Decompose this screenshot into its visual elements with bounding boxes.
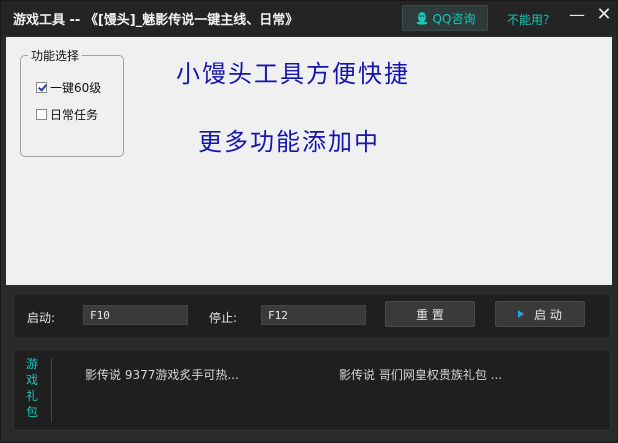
stop-hotkey-input[interactable]: [261, 305, 366, 325]
hotkey-bar: 启动: 停止: 重 置 启 动: [13, 293, 611, 339]
window-title: 游戏工具 -- 《[馒头]_魅影传说一键主线、日常》: [13, 13, 299, 28]
stop-hotkey-label: 停止:: [209, 311, 238, 325]
cant-use-link[interactable]: 不能用？: [507, 11, 555, 28]
title-bar[interactable]: 游戏工具 -- 《[馒头]_魅影传说一键主线、日常》 QQ咨询 不能用？ — ✕: [1, 1, 617, 35]
slogan-line-2: 更多功能添加中: [198, 128, 380, 156]
start-button[interactable]: 启 动: [495, 301, 585, 327]
start-button-label: 启 动: [534, 307, 562, 322]
reset-button-label: 重 置: [416, 307, 444, 322]
qq-penguin-icon: [416, 12, 428, 25]
gift-label: 游戏礼包: [25, 357, 38, 419]
close-icon[interactable]: ✕: [593, 4, 615, 26]
checkbox-daily-box[interactable]: [36, 109, 47, 120]
gift-panel: 游戏礼包 影传说 9377游戏炙手可热... 影传说 哥们网皇权贵族礼包 ...: [13, 349, 611, 431]
gift-item-1[interactable]: 影传说 9377游戏炙手可热...: [85, 366, 239, 383]
minimize-icon[interactable]: —: [567, 6, 587, 26]
play-icon: [518, 310, 525, 318]
feature-group-title: 功能选择: [28, 47, 83, 64]
start-hotkey-input[interactable]: [83, 305, 188, 325]
gift-item-2[interactable]: 影传说 哥们网皇权贵族礼包 ...: [339, 366, 502, 383]
checkbox-level60-box[interactable]: [36, 82, 47, 93]
reset-button[interactable]: 重 置: [385, 301, 475, 327]
start-hotkey-label: 启动:: [27, 311, 56, 325]
checkbox-daily[interactable]: 日常任务: [36, 106, 98, 123]
slogan-line-1: 小馒头工具方便快捷: [176, 60, 410, 88]
checkbox-level60-label: 一键60级: [50, 81, 102, 95]
app-window: 游戏工具 -- 《[馒头]_魅影传说一键主线、日常》 QQ咨询 不能用？ — ✕…: [0, 0, 618, 443]
gift-divider: [51, 358, 52, 422]
checkbox-level60[interactable]: 一键60级: [36, 79, 101, 96]
main-panel: 功能选择 一键60级 日常任务 小馒头工具方便快捷 更多功能添加中: [6, 37, 612, 285]
checkbox-daily-label: 日常任务: [50, 108, 99, 122]
qq-consult-label: QQ咨询: [432, 11, 476, 26]
qq-consult-button[interactable]: QQ咨询: [402, 5, 488, 31]
